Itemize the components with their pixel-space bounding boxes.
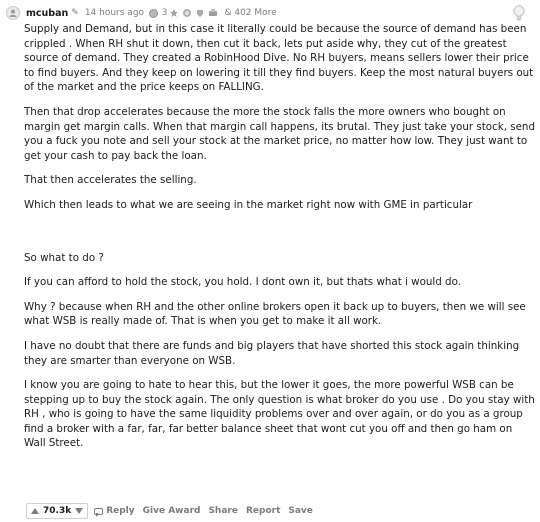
vote-score: 70.3k	[43, 506, 72, 516]
vote-box: 70.3k	[26, 503, 89, 519]
comment: mcuban ✎ 14 hours ago 3 & 402 More Suppl…	[0, 0, 540, 522]
comment-paragraph: I know you are going to hate to hear thi…	[24, 379, 535, 450]
comment-paragraph: So what to do ?	[24, 251, 104, 264]
give-award-button[interactable]: Give Award	[143, 506, 201, 516]
reply-button[interactable]: Reply	[94, 506, 135, 517]
comment-paragraph: Which then leads to what we are seeing i…	[24, 198, 473, 211]
upvote-arrow-icon[interactable]	[31, 508, 39, 514]
lightbulb-icon[interactable]	[512, 4, 526, 22]
award-icon[interactable]	[169, 8, 179, 18]
username[interactable]: mcuban	[26, 8, 68, 19]
comment-header: mcuban ✎ 14 hours ago 3 & 402 More	[6, 4, 534, 22]
award-count: 3	[162, 8, 168, 18]
comment-paragraph: If you can afford to hold the stock, you…	[24, 276, 461, 289]
award-icon[interactable]	[195, 8, 205, 18]
timestamp[interactable]: 14 hours ago	[85, 8, 144, 18]
reply-icon	[94, 507, 104, 517]
more-awards-link[interactable]: & 402 More	[224, 8, 276, 18]
avatar-icon[interactable]	[6, 6, 20, 20]
share-button[interactable]: Share	[208, 506, 238, 516]
award-icon[interactable]	[182, 8, 192, 18]
downvote-arrow-icon[interactable]	[75, 508, 84, 514]
comment-paragraph: Supply and Demand, but in this case it l…	[24, 23, 534, 94]
edited-icon: ✎	[71, 8, 79, 18]
comment-body: Supply and Demand, but in this case it l…	[24, 22, 536, 461]
comment-paragraph: That then accelerates the selling.	[24, 174, 197, 187]
report-button[interactable]: Report	[246, 506, 280, 516]
award-icon[interactable]	[149, 8, 159, 18]
comment-paragraph: I have no doubt that there are funds and…	[24, 339, 520, 367]
comment-paragraph: Why ? because when RH and the other onli…	[24, 300, 526, 328]
save-button[interactable]: Save	[288, 506, 313, 516]
comment-paragraph: Then that drop accelerates because the m…	[24, 105, 535, 162]
reply-label: Reply	[106, 506, 135, 516]
award-icon[interactable]	[208, 8, 218, 18]
comment-footer: 70.3k Reply Give Award Share Report Save	[26, 503, 321, 519]
